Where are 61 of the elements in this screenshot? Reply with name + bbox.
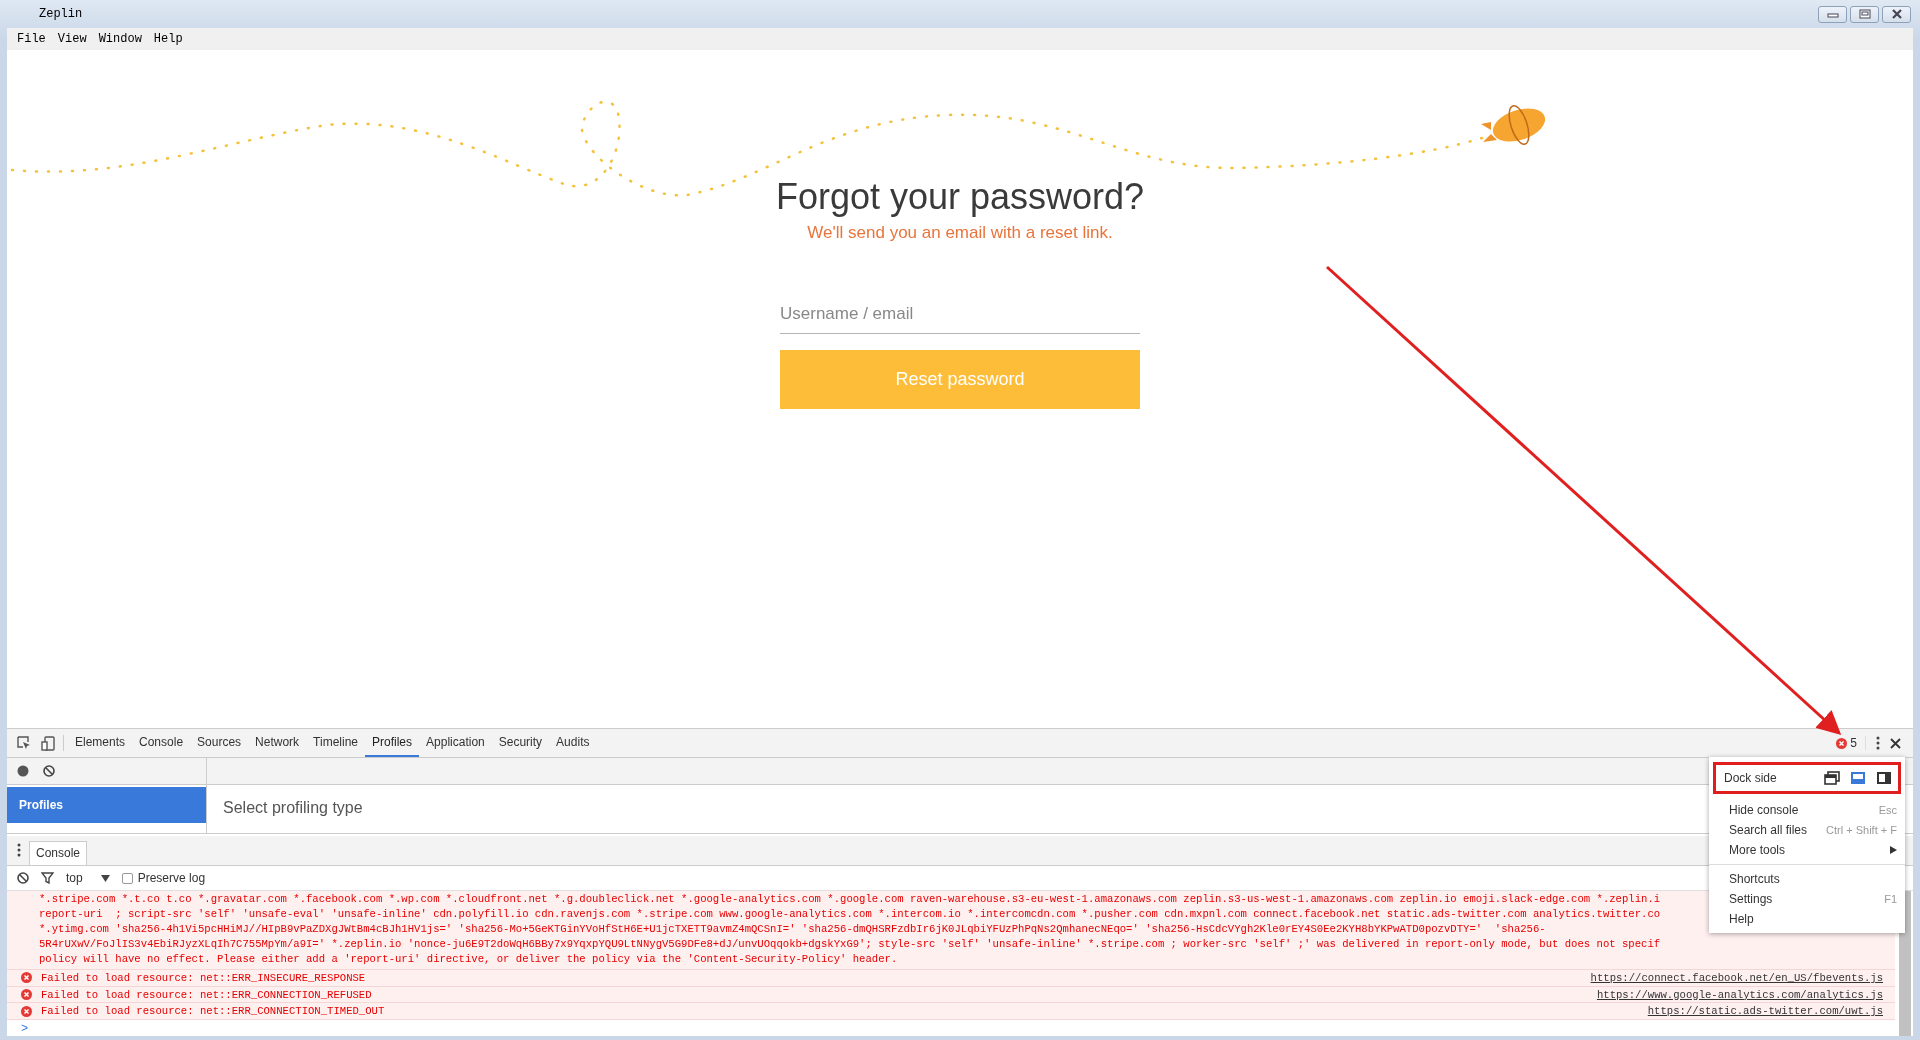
menu-item[interactable]: Help (1709, 909, 1905, 929)
console-prompt[interactable]: > (7, 1020, 1895, 1036)
console-error-text: Failed to load resource: net::ERR_INSECURE_RESPONSE (41, 971, 366, 984)
error-icon (21, 989, 32, 1000)
drawer-tab[interactable]: Console (29, 841, 88, 865)
menu-item[interactable]: Help (147, 32, 189, 46)
devtools-tab[interactable]: Sources (190, 729, 249, 757)
source-link[interactable]: https://connect.facebook.net/en_US/fbevents.js (1590, 971, 1895, 984)
drawer-menu-icon[interactable] (17, 843, 21, 857)
console-error-text: Failed to load resource: net::ERR_CONNECTION_REFUSED (41, 988, 372, 1001)
blimp-icon (1481, 105, 1546, 145)
page-heading: Forgot your password? (775, 175, 1145, 219)
shortcut-text: Esc (1878, 804, 1897, 816)
shortcut-text: Ctrl + Shift + F (1826, 824, 1897, 836)
dock-side-label: Dock side (1724, 771, 1778, 785)
devtools-tab[interactable]: Network (248, 729, 307, 757)
maximize-icon (1857, 8, 1872, 20)
devtools-tab[interactable]: Elements (68, 729, 133, 757)
devtools-tab[interactable]: Security (491, 729, 550, 757)
dock-bottom-icon[interactable] (1850, 771, 1866, 785)
menu-item[interactable]: View (51, 32, 93, 46)
clear-icon[interactable] (43, 765, 55, 777)
sidebar-item[interactable]: Profiles (7, 787, 206, 823)
menu-item[interactable]: Window (92, 32, 148, 46)
menu-item[interactable]: More tools (1709, 840, 1905, 860)
shortcut-text: F1 (1884, 893, 1897, 905)
minimize-button[interactable] (1818, 5, 1847, 23)
menu-item[interactable]: Hide console Esc (1709, 800, 1905, 820)
dock-right-icon[interactable] (1876, 771, 1892, 785)
error-icon (21, 1005, 32, 1017)
source-link[interactable]: https://static.ads-twitter.com/uwt.js (1647, 1005, 1895, 1018)
inspect-element-icon[interactable] (17, 736, 31, 750)
menu-item[interactable]: File (11, 32, 52, 46)
context-selector[interactable]: top (66, 871, 110, 885)
more-options-icon[interactable] (1876, 736, 1880, 750)
preserve-log-checkbox[interactable] (121, 872, 133, 884)
filter-icon[interactable] (41, 872, 54, 884)
menu-item[interactable]: Search all files Ctrl + Shift + F (1709, 820, 1905, 840)
panel-placeholder-text: Select profiling type (222, 798, 363, 818)
source-link[interactable]: https://www.google-analytics.com/analytics.js (1596, 988, 1895, 1001)
menu-item[interactable]: Shortcuts (1709, 869, 1905, 889)
error-icon (21, 972, 32, 984)
record-icon[interactable] (17, 765, 29, 777)
dropdown-caret-icon (100, 874, 110, 882)
devtools-tab[interactable]: Application (419, 729, 492, 757)
error-icon (1836, 737, 1848, 749)
checkbox-label: Preserve log (137, 871, 206, 885)
devtools-tab[interactable]: Timeline (306, 729, 365, 757)
error-count[interactable]: 5 (1836, 736, 1866, 750)
close-icon[interactable] (1890, 737, 1901, 749)
close-icon (1889, 8, 1904, 20)
device-toolbar-icon[interactable] (41, 735, 55, 751)
window-title: Zeplin (38, 7, 83, 21)
clear-console-icon[interactable] (17, 872, 29, 884)
close-button[interactable] (1882, 5, 1911, 23)
devtools-tab[interactable]: Console (132, 729, 191, 757)
devtools-tab[interactable]: Audits (549, 729, 597, 757)
page-subheading: We'll send you an email with a reset link. (807, 223, 1113, 243)
dock-undock-icon[interactable] (1824, 771, 1840, 785)
console-error-text: Failed to load resource: net::ERR_CONNECTION_TIMED_OUT (41, 1005, 385, 1018)
menu-item[interactable]: Settings F1 (1709, 889, 1905, 909)
